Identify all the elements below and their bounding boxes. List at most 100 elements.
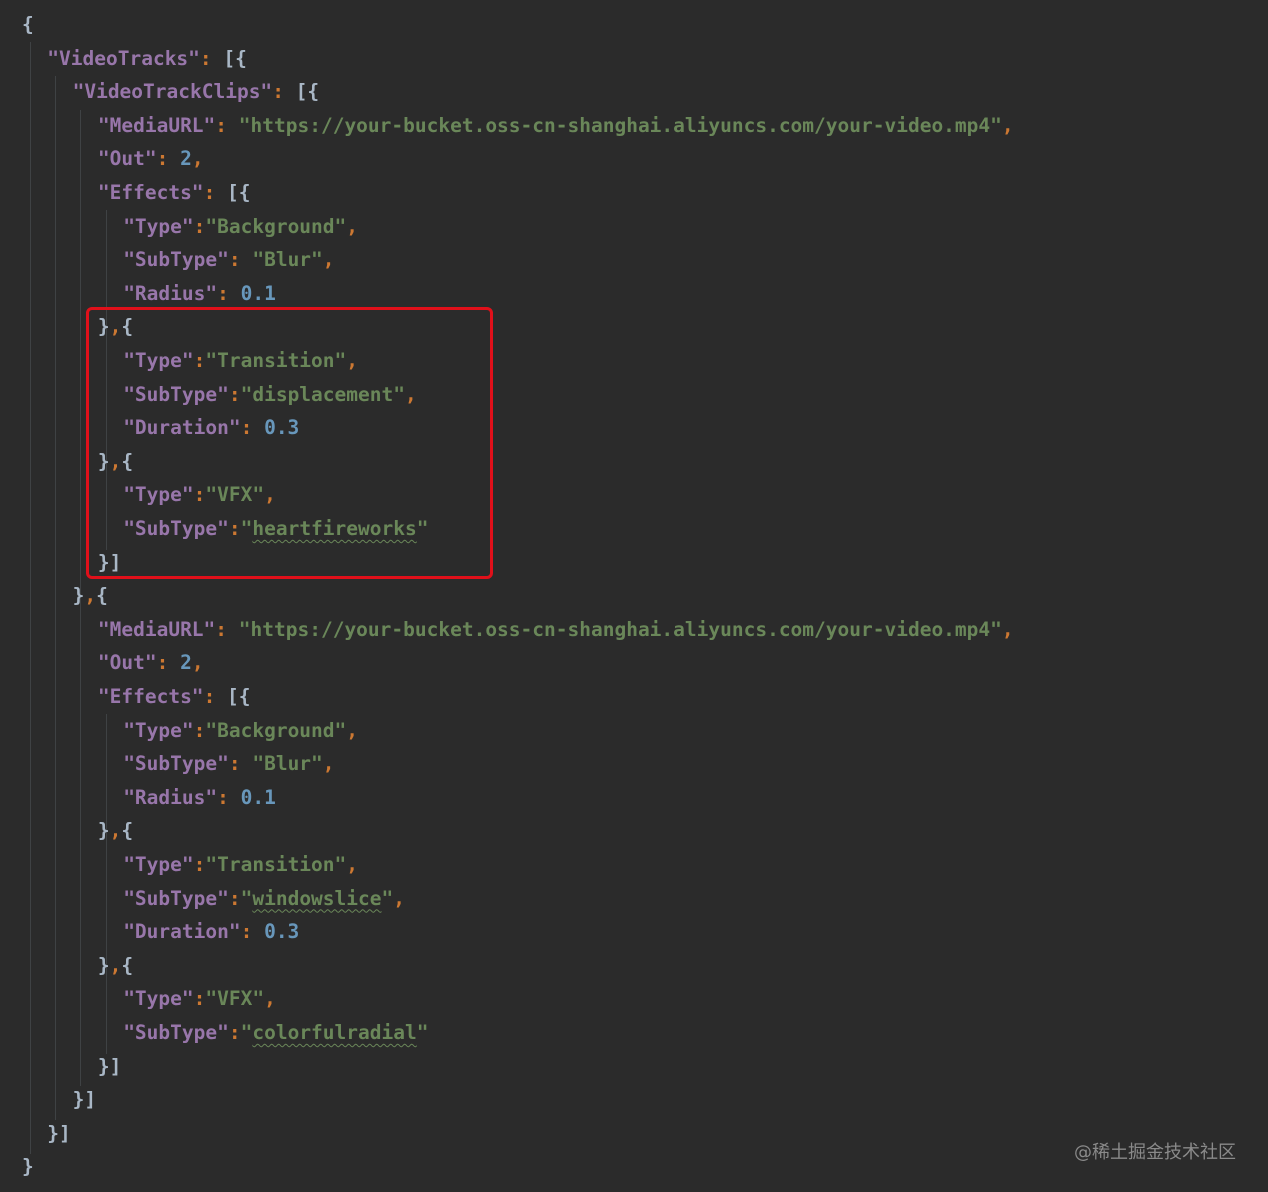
code-token: , [84, 584, 97, 608]
code-token: }] [97, 1054, 122, 1078]
code-token: : [193, 214, 206, 238]
code-token: 0.1 [240, 785, 276, 809]
code-token: : [156, 147, 181, 171]
code-token: , [191, 651, 204, 675]
code-token: , [322, 752, 335, 776]
code-line: "VideoTrackClips": [{ [73, 75, 320, 109]
code-token: "Type" [123, 853, 194, 876]
code-token: [{ [227, 181, 251, 204]
code-token: , [393, 886, 405, 910]
code-token: : [272, 80, 296, 104]
code-token: "SubType" [123, 886, 229, 910]
code-token: 2 [180, 651, 192, 675]
code-token: : [217, 785, 241, 809]
code-line: "Radius": 0.1 [123, 277, 276, 311]
code-line: "Out": 2, [98, 142, 204, 176]
code-line: "Type":"VFX", [123, 982, 276, 1016]
code-line: }] [98, 1050, 121, 1084]
code-token: , [1001, 617, 1014, 641]
code-token: "https://your-bucket.oss-cn-shanghai.ali… [238, 617, 1002, 641]
code-line: "Out": 2, [98, 646, 204, 680]
code-line: "SubType": "Blur", [123, 243, 334, 277]
code-token: , [346, 718, 359, 742]
code-token: } [97, 953, 110, 977]
code-token: "VideoTracks" [47, 46, 200, 70]
code-token: "Type" [123, 718, 194, 742]
code-line: "SubType":"colorfulradial" [123, 1016, 428, 1050]
code-editor[interactable]: {"VideoTracks": [{"VideoTrackClips": [{"… [0, 0, 1268, 1192]
code-line: "Effects": [{ [98, 176, 251, 210]
code-token: "Effects" [97, 685, 204, 708]
code-token: "Type" [123, 214, 194, 238]
code-token: }] [47, 1121, 71, 1145]
code-token: "Transition" [205, 853, 347, 876]
code-line: },{ [98, 814, 133, 848]
code-token: , [346, 853, 359, 876]
code-token: : [203, 181, 228, 204]
code-token: : [217, 281, 241, 305]
code-token: , [346, 214, 359, 238]
code-token: : [228, 248, 253, 272]
code-token: : [215, 113, 239, 137]
code-line: } [22, 1150, 34, 1184]
code-line: }] [47, 1117, 70, 1151]
code-token: " [416, 1021, 429, 1044]
code-token: , [109, 819, 122, 843]
code-token: : [193, 718, 206, 742]
code-line: "SubType":"windowslice", [123, 882, 405, 916]
code-token: : [228, 886, 241, 910]
code-line: "Radius": 0.1 [123, 781, 276, 815]
code-token: " [240, 1021, 253, 1044]
code-token: , [191, 147, 204, 171]
code-token: { [22, 13, 34, 36]
code-line: "Type":"Background", [123, 714, 358, 748]
code-token: "MediaURL" [97, 113, 216, 137]
code-token: } [97, 819, 110, 843]
code-line: },{ [98, 949, 133, 983]
code-token: : [193, 987, 206, 1011]
code-line: "MediaURL": "https://your-bucket.oss-cn-… [98, 109, 1014, 143]
code-token: [{ [223, 46, 247, 70]
code-token: : [228, 1021, 241, 1044]
watermark: @稀土掘金技术社区 [1074, 1142, 1236, 1163]
code-line: "VideoTracks": [{ [47, 42, 247, 76]
code-line: "SubType": "Blur", [123, 747, 334, 781]
code-token: , [1001, 113, 1014, 137]
code-token: "Blur" [252, 248, 323, 272]
code-line: "Type":"Background", [123, 210, 358, 244]
code-token: "Radius" [123, 785, 218, 809]
code-token: "SubType" [123, 248, 229, 272]
code-token: "MediaURL" [97, 617, 216, 641]
code-token: "Radius" [123, 281, 218, 305]
code-token: "Blur" [252, 752, 323, 776]
code-token: [{ [227, 685, 251, 708]
code-token: { [121, 953, 134, 977]
code-token: "Background" [205, 718, 347, 742]
code-token: }] [72, 1088, 97, 1112]
code-token: : [199, 46, 224, 70]
code-token: colorfulradial [252, 1021, 417, 1044]
code-token: "SubType" [123, 752, 229, 776]
code-token: " [381, 886, 394, 910]
code-line: },{ [73, 579, 108, 613]
highlight-box-annotation [86, 307, 493, 579]
code-token: "Type" [123, 987, 194, 1011]
code-token: " [240, 886, 253, 910]
code-token: , [322, 248, 335, 272]
code-line: "Type":"Transition", [123, 848, 358, 882]
code-token: "Background" [205, 214, 347, 238]
code-token: "SubType" [123, 1021, 229, 1044]
code-token: : [193, 853, 206, 876]
code-token: 0.1 [240, 281, 276, 305]
code-token: "Out" [97, 651, 157, 675]
code-token: [{ [295, 80, 320, 104]
code-token: : [156, 651, 181, 675]
code-token: : [215, 617, 239, 641]
indent-guide-level-1 [55, 76, 56, 1120]
code-line: "Duration": 0.3 [123, 915, 299, 949]
code-token: : [240, 920, 265, 944]
indent-guide-effects-2 [106, 714, 107, 1054]
code-token: } [22, 1155, 34, 1179]
code-token: { [121, 819, 134, 843]
code-token: , [264, 987, 276, 1011]
